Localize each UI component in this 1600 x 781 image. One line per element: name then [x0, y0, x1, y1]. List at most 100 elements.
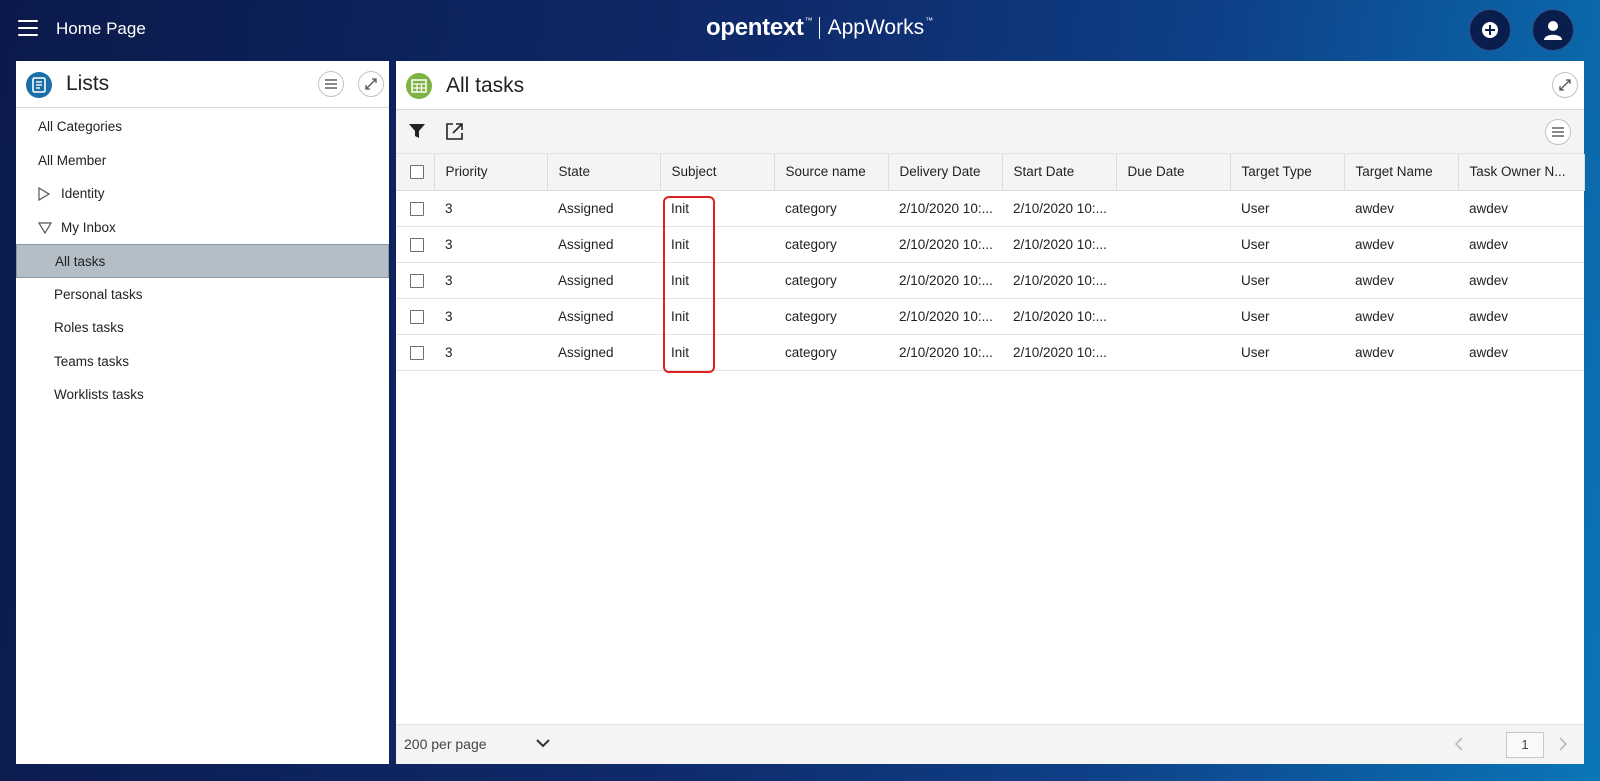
- row-checkbox[interactable]: [410, 345, 424, 360]
- tree-item-my-inbox[interactable]: My Inbox: [16, 211, 389, 245]
- table-footer: 200 per page 1: [396, 724, 1584, 764]
- tree-item-worklists-tasks[interactable]: Worklists tasks: [16, 378, 389, 412]
- table-body: 3 Assigned Init category 2/10/2020 10:... 2/1…: [396, 190, 1584, 371]
- cell-source-name: category: [774, 298, 888, 335]
- lists-icon: [26, 72, 52, 98]
- row-checkbox[interactable]: [410, 309, 424, 324]
- chevron-left-icon[interactable]: [1454, 737, 1464, 751]
- table-row[interactable]: 3 Assigned Init category 2/10/2020 10:... 2/1…: [396, 334, 1584, 371]
- select-all-cell: [396, 154, 435, 191]
- cell-state: Assigned: [547, 190, 660, 227]
- hamburger-menu-icon[interactable]: [18, 20, 38, 38]
- cell-due-date: [1116, 226, 1230, 263]
- row-checkbox[interactable]: [410, 237, 424, 252]
- lists-menu-button[interactable]: [318, 71, 344, 97]
- tree-item-label: Worklists tasks: [54, 387, 144, 402]
- filter-icon[interactable]: [408, 122, 426, 140]
- table-row[interactable]: 3 Assigned Init category 2/10/2020 10:... 2/1…: [396, 298, 1584, 335]
- tree-item-identity[interactable]: Identity: [16, 177, 389, 211]
- page-number[interactable]: 1: [1506, 732, 1544, 758]
- cell-task-owner: awdev: [1458, 190, 1584, 227]
- tree-item-personal-tasks[interactable]: Personal tasks: [16, 278, 389, 312]
- cell-state: Assigned: [547, 262, 660, 299]
- cell-priority: 3: [434, 334, 547, 371]
- expand-icon: [365, 78, 377, 90]
- product-tm: ™: [925, 15, 934, 25]
- cell-start-date: 2/10/2020 10:...: [1002, 298, 1116, 335]
- user-icon: [1544, 21, 1562, 40]
- table-row[interactable]: 3 Assigned Init category 2/10/2020 10:... 2/1…: [396, 190, 1584, 227]
- cell-subject: Init: [660, 298, 774, 335]
- tree-item-label: All Categories: [38, 119, 123, 134]
- table-options-button[interactable]: [1545, 119, 1571, 145]
- lists-expand-button[interactable]: [358, 71, 384, 97]
- cell-target-name: awdev: [1344, 226, 1458, 263]
- tree-item-all-member[interactable]: All Member: [16, 144, 389, 178]
- cell-delivery-date: 2/10/2020 10:...: [888, 190, 1002, 227]
- tree-item-all-categories[interactable]: All Categories: [16, 110, 389, 144]
- cell-task-owner: awdev: [1458, 298, 1584, 335]
- tree-item-all-tasks[interactable]: All tasks: [16, 244, 389, 278]
- row-select-cell: [396, 226, 434, 263]
- cell-start-date: 2/10/2020 10:...: [1002, 190, 1116, 227]
- tasks-toolbar: [396, 110, 1584, 154]
- tree-item-label: Roles tasks: [54, 320, 124, 335]
- row-checkbox[interactable]: [410, 273, 424, 288]
- cell-task-owner: awdev: [1458, 226, 1584, 263]
- tasks-table: Priority State Subject Source name Deliv…: [396, 154, 1585, 371]
- row-checkbox[interactable]: [410, 201, 424, 216]
- brand-logo: opentext ™ AppWorks ™: [706, 14, 933, 42]
- cell-state: Assigned: [547, 298, 660, 335]
- lists-panel: Lists All Categories All Member Identity…: [16, 61, 389, 764]
- cell-task-owner: awdev: [1458, 334, 1584, 371]
- cell-target-name: awdev: [1344, 298, 1458, 335]
- tree-item-label: Identity: [61, 186, 105, 201]
- cell-source-name: category: [774, 334, 888, 371]
- tree-item-teams-tasks[interactable]: Teams tasks: [16, 345, 389, 379]
- tasks-title: All tasks: [446, 74, 525, 97]
- chevron-down-icon[interactable]: [536, 738, 550, 748]
- column-header-task-owner[interactable]: Task Owner N...: [1458, 154, 1585, 191]
- export-icon[interactable]: [445, 122, 464, 141]
- table-row[interactable]: 3 Assigned Init category 2/10/2020 10:... 2/1…: [396, 262, 1584, 299]
- home-page-title: Home Page: [56, 19, 146, 38]
- table-header-row: Priority State Subject Source name Deliv…: [396, 154, 1585, 191]
- cell-source-name: category: [774, 262, 888, 299]
- cell-delivery-date: 2/10/2020 10:...: [888, 298, 1002, 335]
- row-select-cell: [396, 190, 434, 227]
- top-bar: Home Page opentext ™ AppWorks ™: [0, 0, 1600, 60]
- collapse-triangle-icon[interactable]: [38, 221, 52, 234]
- table-row[interactable]: 3 Assigned Init category 2/10/2020 10:... 2/1…: [396, 226, 1584, 263]
- select-all-checkbox[interactable]: [410, 165, 424, 180]
- add-button[interactable]: [1469, 9, 1511, 51]
- tree-item-roles-tasks[interactable]: Roles tasks: [16, 311, 389, 345]
- tasks-expand-button[interactable]: [1552, 72, 1578, 98]
- column-header-subject[interactable]: Subject: [660, 154, 775, 191]
- cell-priority: 3: [434, 226, 547, 263]
- cell-subject: Init: [660, 334, 774, 371]
- table-icon: [406, 73, 432, 99]
- lists-panel-header: Lists: [16, 61, 389, 108]
- cell-target-name: awdev: [1344, 262, 1458, 299]
- cell-task-owner: awdev: [1458, 262, 1584, 299]
- brand-opentext: opentext: [706, 14, 804, 41]
- chevron-right-icon[interactable]: [1558, 737, 1568, 751]
- per-page-select[interactable]: 200 per page: [404, 736, 487, 752]
- cell-subject: Init: [660, 226, 774, 263]
- tasks-panel: All tasks Priority State Subject Source …: [396, 61, 1585, 764]
- tree-item-label: My Inbox: [61, 219, 116, 235]
- column-header-target-type[interactable]: Target Type: [1230, 154, 1345, 191]
- column-header-start-date[interactable]: Start Date: [1002, 154, 1117, 191]
- lists-title: Lists: [66, 72, 110, 95]
- column-header-state[interactable]: State: [547, 154, 661, 191]
- column-header-source-name[interactable]: Source name: [774, 154, 889, 191]
- column-header-priority[interactable]: Priority: [434, 154, 548, 191]
- user-profile-button[interactable]: [1532, 9, 1574, 51]
- tree-item-label: Personal tasks: [54, 286, 143, 302]
- column-header-due-date[interactable]: Due Date: [1116, 154, 1231, 191]
- column-header-delivery-date[interactable]: Delivery Date: [888, 154, 1003, 191]
- column-header-target-name[interactable]: Target Name: [1344, 154, 1459, 191]
- expand-triangle-icon[interactable]: [38, 187, 50, 201]
- cell-due-date: [1116, 190, 1230, 227]
- tree-item-label: All tasks: [55, 254, 106, 269]
